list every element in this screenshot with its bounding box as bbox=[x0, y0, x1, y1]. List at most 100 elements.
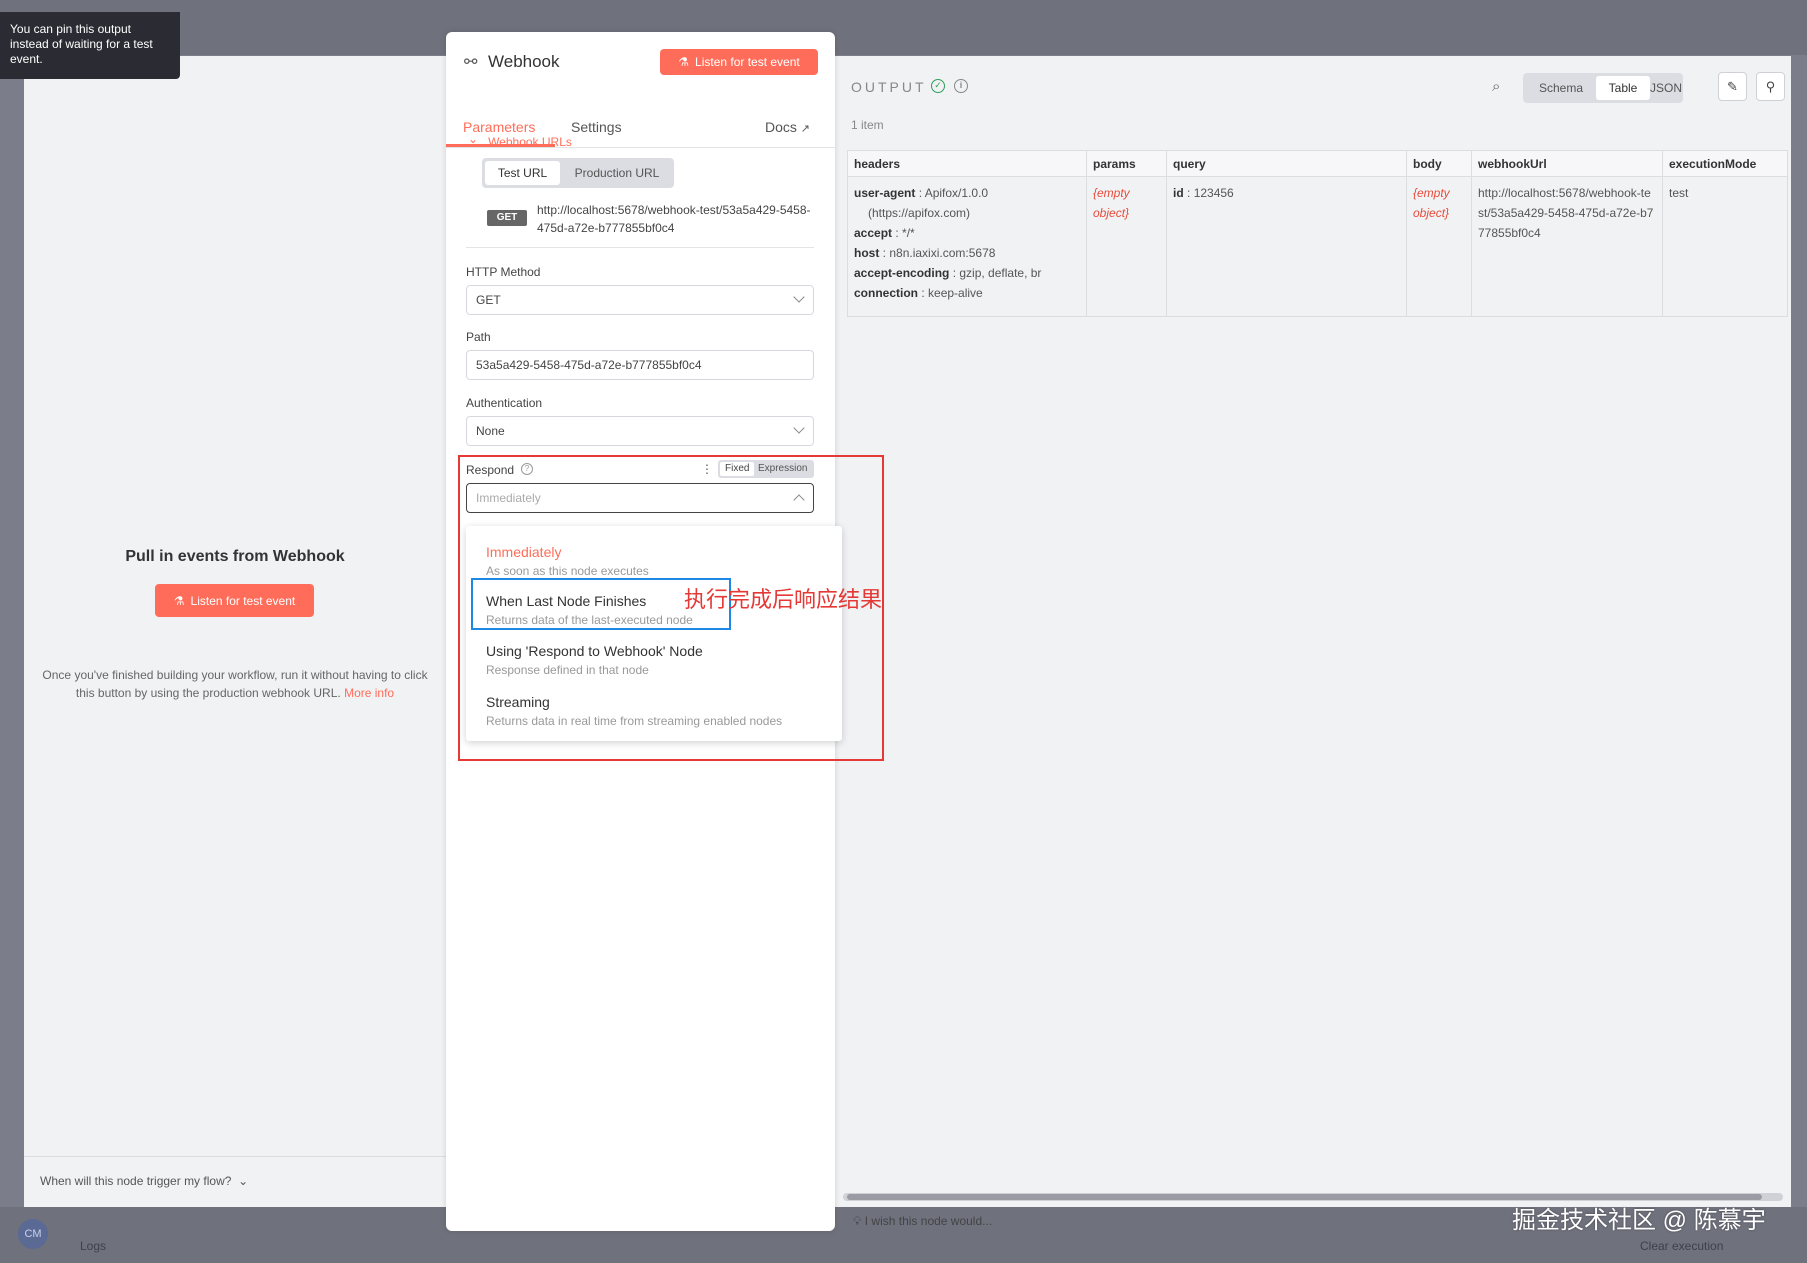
view-table[interactable]: Table bbox=[1596, 76, 1650, 100]
fixed-expression-toggle: Fixed Expression bbox=[718, 460, 814, 478]
header-entry: accept : */* bbox=[854, 226, 915, 240]
clear-execution-button[interactable]: Clear execution bbox=[1640, 1239, 1723, 1253]
column-header: headers bbox=[847, 150, 1087, 177]
output-label: OUTPUT bbox=[851, 79, 927, 95]
column-header: body bbox=[1406, 150, 1472, 177]
http-method-select[interactable]: GET bbox=[466, 285, 814, 315]
chevron-down-icon: ⌄ bbox=[234, 1174, 249, 1188]
more-options-icon[interactable]: ⋮ bbox=[701, 462, 713, 476]
webhook-url-cell: http://localhost:5678/webhook-test/53a5a… bbox=[1471, 176, 1663, 317]
header-entry: connection : keep-alive bbox=[854, 286, 983, 300]
http-method-label: HTTP Method bbox=[466, 265, 541, 279]
pin-output-button[interactable]: ⚲ bbox=[1756, 72, 1785, 101]
option-subtitle: Returns data in real time from streaming… bbox=[486, 714, 783, 728]
pencil-icon: ✎ bbox=[1727, 79, 1738, 94]
items-count: 1 item bbox=[851, 118, 884, 132]
chevron-down-icon: ⌄ bbox=[468, 132, 479, 146]
node-parameters-panel: ⚯ Webhook ⚗ Listen for test event Parame… bbox=[446, 32, 842, 1231]
edit-output-button[interactable]: ✎ bbox=[1718, 72, 1747, 101]
trigger-help-footer[interactable]: When will this node trigger my flow? ⌄ bbox=[24, 1156, 446, 1207]
flask-icon: ⚗ bbox=[173, 593, 185, 608]
pin-output-tooltip: You can pin this output instead of waiti… bbox=[0, 12, 180, 79]
trigger-help-question[interactable]: When will this node trigger my flow? ⌄ bbox=[40, 1174, 248, 1188]
headers-cell: user-agent : Apifox/1.0.0 (https://apifo… bbox=[847, 176, 1087, 317]
chevron-down-icon bbox=[793, 422, 805, 434]
docs-link[interactable]: Docs ↗ bbox=[765, 119, 810, 135]
header-entry: host : n8n.iaxixi.com:5678 bbox=[854, 246, 996, 260]
table-row: user-agent : Apifox/1.0.0 (https://apifo… bbox=[847, 176, 1788, 317]
info-icon[interactable]: i bbox=[954, 79, 968, 93]
flask-icon: ⚗ bbox=[678, 55, 690, 69]
http-method-value: GET bbox=[476, 293, 501, 307]
option-subtitle: Returns data of the last-executed node bbox=[486, 613, 693, 627]
column-header: query bbox=[1166, 150, 1407, 177]
more-info-link[interactable]: More info bbox=[344, 686, 394, 700]
authentication-value: None bbox=[476, 424, 505, 438]
node-title[interactable]: Webhook bbox=[488, 52, 560, 72]
respond-dropdown: Immediately As soon as this node execute… bbox=[466, 526, 842, 741]
respond-option-immediately[interactable]: Immediately As soon as this node execute… bbox=[486, 544, 649, 578]
user-avatar[interactable]: CM bbox=[18, 1219, 48, 1249]
annotation-text: 执行完成后响应结果 bbox=[684, 587, 883, 612]
column-header: params bbox=[1086, 150, 1167, 177]
respond-select[interactable]: Immediately bbox=[466, 483, 814, 513]
option-title: Using 'Respond to Webhook' Node bbox=[486, 643, 703, 659]
query-key: id bbox=[1173, 186, 1184, 200]
header-entry: (https://apifox.com) bbox=[868, 206, 971, 220]
listen-button-label: Listen for test event bbox=[190, 593, 296, 608]
respond-option-respond-node[interactable]: Using 'Respond to Webhook' Node Response… bbox=[486, 643, 703, 677]
feedback-text: I wish this node would... bbox=[864, 1214, 993, 1228]
divider bbox=[466, 247, 814, 248]
webhook-url-value: http://localhost:5678/webhook-test/53a5a… bbox=[1478, 186, 1654, 240]
respond-option-streaming[interactable]: Streaming Returns data in real time from… bbox=[486, 694, 782, 728]
search-icon[interactable]: ⌕ bbox=[1492, 78, 1500, 95]
listen-test-event-button-header[interactable]: ⚗ Listen for test event bbox=[660, 49, 818, 75]
authentication-select[interactable]: None bbox=[466, 416, 814, 446]
empty-object: {empty object} bbox=[1413, 186, 1450, 220]
webhook-urls-label: Webhook URLs bbox=[488, 135, 572, 149]
respond-label: Respond bbox=[466, 463, 515, 477]
listen-test-event-button[interactable]: ⚗ Listen for test event bbox=[155, 584, 314, 617]
respond-option-last-node[interactable]: When Last Node Finishes Returns data of … bbox=[486, 593, 693, 627]
respond-placeholder: Immediately bbox=[476, 491, 541, 505]
view-schema[interactable]: Schema bbox=[1526, 76, 1596, 100]
authentication-label: Authentication bbox=[466, 396, 543, 410]
webhook-icon: ⚯ bbox=[464, 54, 478, 71]
option-title: When Last Node Finishes bbox=[486, 593, 647, 609]
url-type-toggle: Test URL Production URL bbox=[482, 158, 674, 188]
chevron-down-icon bbox=[793, 291, 805, 303]
webhook-url[interactable]: http://localhost:5678/webhook-test/53a5a… bbox=[537, 201, 817, 237]
option-title: Streaming bbox=[486, 694, 550, 710]
respond-field-header: Respond ? ⋮ Fixed Expression bbox=[466, 460, 814, 480]
empty-object: {empty object} bbox=[1093, 186, 1130, 220]
header-entry: user-agent : Apifox/1.0.0 bbox=[854, 186, 989, 200]
external-link-icon: ↗ bbox=[800, 123, 811, 135]
fixed-option[interactable]: Fixed bbox=[720, 462, 755, 476]
help-icon[interactable]: ? bbox=[521, 463, 533, 475]
tab-settings[interactable]: Settings bbox=[571, 119, 622, 135]
body-cell: {empty object} bbox=[1406, 176, 1472, 317]
path-input[interactable]: 53a5a429-5458-475d-a72e-b777855bf0c4 bbox=[466, 350, 814, 380]
output-table: headers params query body webhookUrl exe… bbox=[847, 150, 1788, 317]
column-header: executionMode bbox=[1662, 150, 1788, 177]
logs-label[interactable]: Logs bbox=[80, 1239, 106, 1253]
query-cell: id : 123456 bbox=[1166, 176, 1407, 317]
header-entry: accept-encoding : gzip, deflate, br bbox=[854, 266, 1042, 280]
pin-icon: ⚲ bbox=[1765, 79, 1776, 94]
option-title: Immediately bbox=[486, 544, 562, 560]
view-json[interactable]: JSON bbox=[1650, 76, 1682, 100]
path-label: Path bbox=[466, 330, 491, 344]
test-url-tab[interactable]: Test URL bbox=[485, 161, 560, 185]
input-panel-title: Pull in events from Webhook bbox=[125, 548, 345, 565]
output-view-toggle: Schema Table JSON bbox=[1523, 73, 1683, 103]
production-url-tab[interactable]: Production URL bbox=[562, 161, 672, 185]
lightbulb-icon: 💡︎ bbox=[853, 1214, 862, 1228]
option-subtitle: Response defined in that node bbox=[486, 663, 649, 677]
execution-mode-value: test bbox=[1669, 186, 1689, 200]
webhook-urls-toggle[interactable]: ⌄ Webhook URLs bbox=[468, 132, 572, 149]
feedback-prompt[interactable]: 💡︎ I wish this node would... bbox=[853, 1214, 992, 1229]
editor-topbar bbox=[0, 0, 1807, 55]
listen-button-label: Listen for test event bbox=[695, 55, 800, 69]
path-value: 53a5a429-5458-475d-a72e-b777855bf0c4 bbox=[476, 358, 702, 372]
expression-option[interactable]: Expression bbox=[758, 462, 807, 476]
